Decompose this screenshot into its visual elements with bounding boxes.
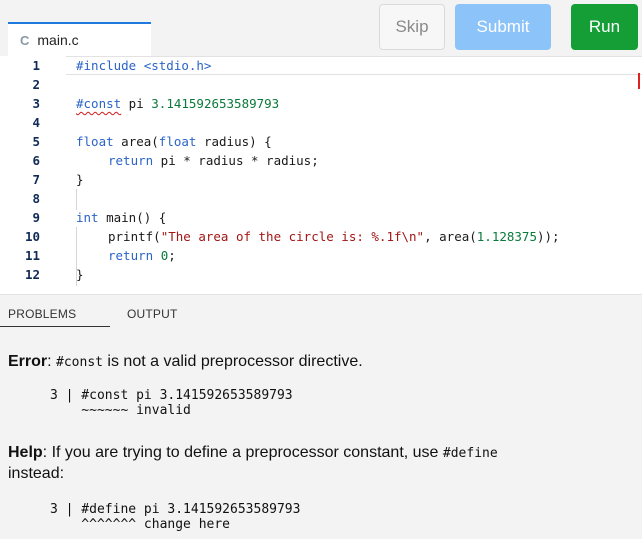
code-text: #include <stdio.h> [76,58,212,73]
code-text: float area(float radius) { [76,134,272,149]
tab-label: main.c [37,32,79,48]
tab-problems[interactable]: PROBLEMS [8,307,76,321]
code-line: 4 [0,113,642,132]
scrollbar-error-marker [638,73,640,89]
code-line: 2 [0,75,642,94]
code-text: #const pi 3.141592653589793 [76,96,280,111]
skip-button[interactable]: Skip [379,4,445,50]
c-language-icon: C [20,32,30,48]
tab-main-c[interactable]: C main.c [8,22,151,56]
code-line: 6 return pi * radius * radius; [0,151,642,170]
code-line: 8 [0,189,642,208]
help-snippet-line: 3 | #define pi 3.141592653589793 [50,502,301,517]
help-message: Help: If you are trying to define a prep… [8,444,498,482]
error-snippet-marker: ~~~~~~ invalid [50,403,191,418]
tab-output[interactable]: OUTPUT [127,307,178,321]
code-line: 1 #include <stdio.h> [0,56,642,75]
help-snippet-marker: ^^^^^^^ change here [50,517,231,532]
line-number: 11 [24,248,40,263]
line-number: 12 [24,267,40,282]
line-number: 1 [32,58,40,73]
line-number: 2 [32,77,40,92]
code-line: 12 } [0,265,642,284]
code-line: 10 printf("The area of the circle is: %.… [0,227,642,246]
code-text: int main() { [76,210,167,225]
line-number: 10 [24,229,40,244]
code-text: printf("The area of the circle is: %.1f\… [108,229,560,244]
code-line: 11 return 0; [0,246,642,265]
line-number: 8 [32,191,40,206]
code-text: return 0; [108,248,176,263]
line-number: 3 [32,96,40,111]
problems-panel: PROBLEMS OUTPUT Error: #const is not a v… [0,294,642,539]
submit-button[interactable]: Submit [455,4,551,50]
code-line: 5 float area(float radius) { [0,132,642,151]
code-line: 7 } [0,170,642,189]
code-line: 3 #const pi 3.141592653589793 [0,94,642,113]
code-text: return pi * radius * radius; [108,153,319,168]
editor-tab-bar: C main.c Skip Submit Run [0,0,642,56]
error-snippet-line: 3 | #const pi 3.141592653589793 [50,388,293,403]
line-number: 4 [32,115,40,130]
line-number: 6 [32,153,40,168]
code-editor[interactable]: 1 #include <stdio.h> 2 3 #const pi 3.141… [0,56,642,294]
run-button[interactable]: Run [571,4,638,50]
code-line: 9 int main() { [0,208,642,227]
error-squiggle: #const [76,96,122,111]
active-tab-indicator [0,326,110,327]
code-text: } [76,267,84,282]
code-text: } [76,172,84,187]
line-number: 5 [32,134,40,149]
error-message: Error: #const is not a valid preprocesso… [8,353,363,370]
line-number: 9 [32,210,40,225]
line-number: 7 [32,172,40,187]
